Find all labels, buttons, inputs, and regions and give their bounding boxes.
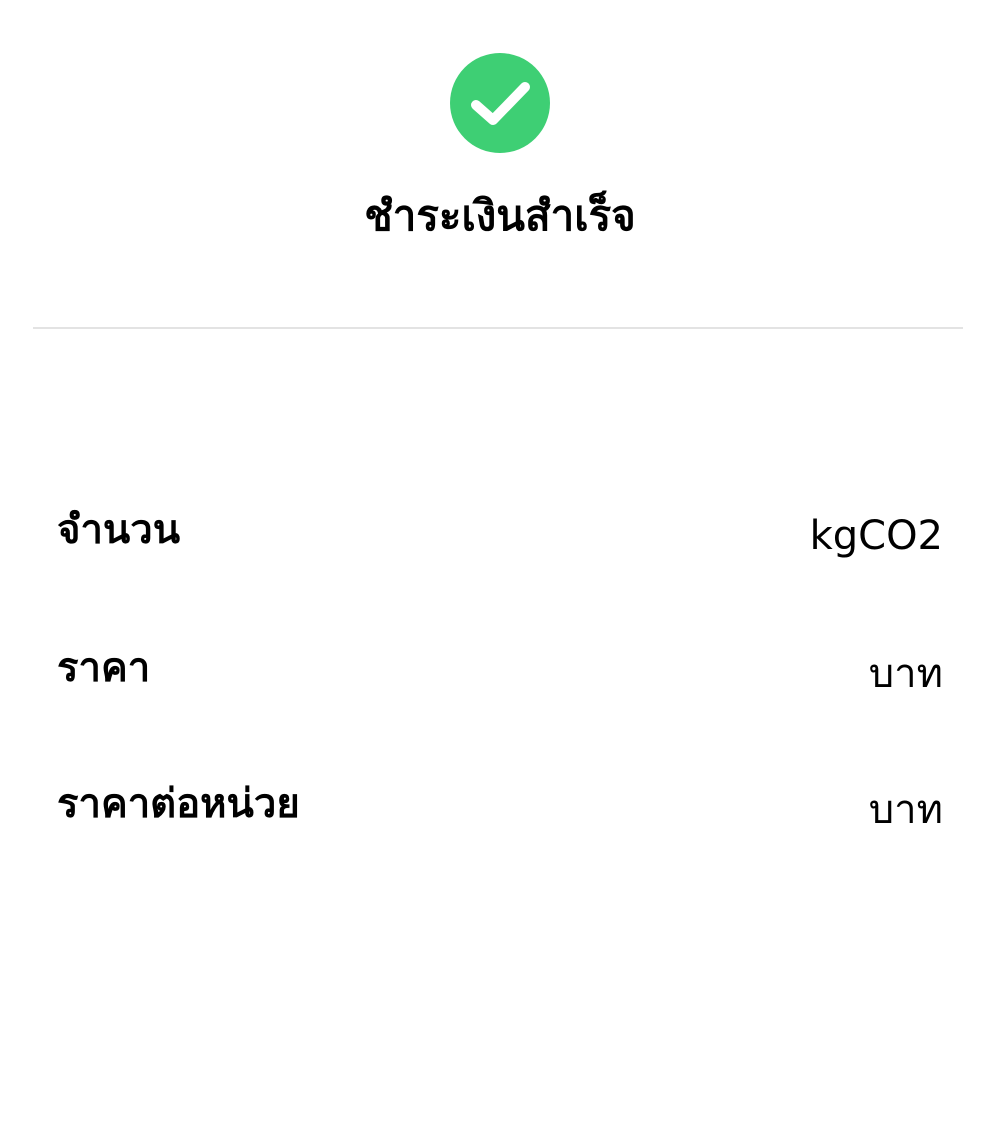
detail-row-unit-price: ราคาต่อหน่วย บาท <box>57 774 943 834</box>
checkmark-icon <box>471 82 530 125</box>
payment-success-title: ชำระเงินสำเร็จ <box>364 191 636 240</box>
detail-label: ราคาต่อหน่วย <box>57 781 300 827</box>
check-circle-icon <box>450 53 550 153</box>
detail-row-price: ราคา บาท <box>57 638 943 698</box>
detail-value: บาท <box>868 787 943 833</box>
detail-label: ราคา <box>57 645 151 691</box>
detail-row-amount: จำนวน kgCO2 <box>57 500 943 560</box>
detail-label: จำนวน <box>57 507 181 553</box>
detail-value: kgCO2 <box>809 513 943 559</box>
detail-value: บาท <box>868 651 943 697</box>
divider <box>33 327 963 329</box>
